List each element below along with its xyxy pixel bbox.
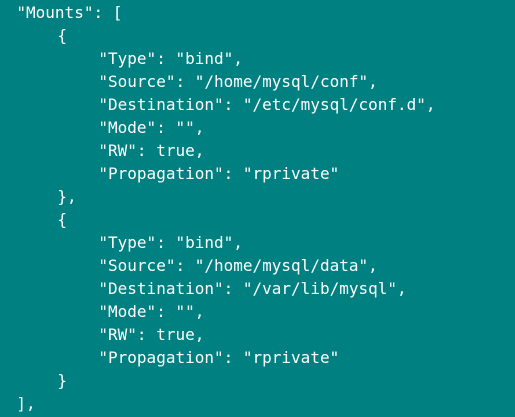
terminal-line: "RW": true, [98,325,205,344]
terminal-line: "Propagation": "rprivate" [98,164,340,183]
terminal-line: "RW": true, [98,141,205,160]
terminal-line: "Source": "/home/mysql/conf", [98,72,378,91]
terminal-line: ], [16,394,36,413]
terminal-line: "Type": "bind", [98,49,243,68]
terminal-line: "Type": "bind", [98,233,243,252]
terminal-line: "Mode": "", [98,118,205,137]
terminal-line: "Mounts": [ [16,3,123,22]
terminal-line: "Destination": "/etc/mysql/conf.d", [98,95,436,114]
terminal-line: } [57,371,68,390]
terminal-line: { [57,26,68,45]
terminal-line: "Source": "/home/mysql/data", [98,256,378,275]
terminal-window[interactable]: "Mounts": [ { "Type": "bind", "Source": … [0,0,515,417]
terminal-line: "Propagation": "rprivate" [98,348,340,367]
terminal-line: "Mode": "", [98,302,205,321]
terminal-line: "Destination": "/var/lib/mysql", [98,279,407,298]
terminal-line: }, [57,187,77,206]
terminal-line: { [57,210,68,229]
